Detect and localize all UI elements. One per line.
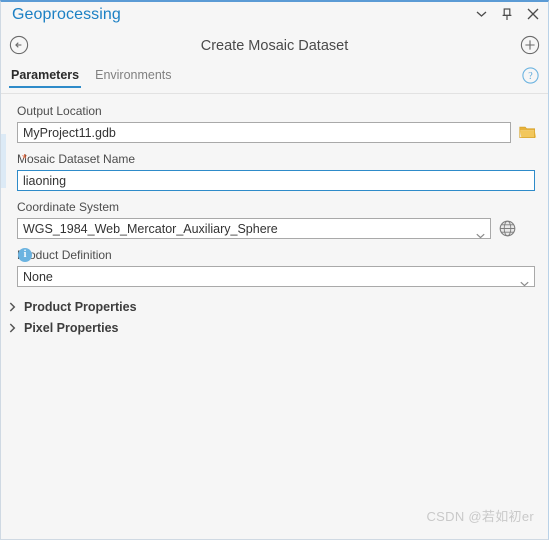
mosaic-dataset-name-input[interactable] — [17, 170, 535, 191]
tab-parameters-label: Parameters — [11, 68, 80, 82]
field-coordinate-system: Coordinate System — [1, 199, 548, 239]
info-icon[interactable]: i — [18, 248, 32, 262]
product-definition-label: i Product Definition — [17, 247, 548, 263]
tool-header: Create Mosaic Dataset — [1, 31, 548, 66]
field-output-location: Output Location — [1, 103, 548, 143]
chevron-right-icon — [9, 322, 17, 333]
mosaic-dataset-name-row — [17, 170, 548, 191]
tab-environments-label: Environments — [95, 68, 172, 82]
svg-text:?: ? — [528, 71, 533, 82]
product-definition-select-wrap — [17, 266, 535, 287]
tool-title: Create Mosaic Dataset — [200, 38, 349, 54]
add-circle-icon[interactable] — [520, 35, 540, 55]
globe-icon[interactable] — [498, 219, 517, 238]
chevron-right-icon — [9, 301, 17, 312]
output-location-input[interactable] — [17, 122, 511, 143]
field-mosaic-dataset-name: * Mosaic Dataset Name — [1, 151, 548, 191]
collapsible-sections: Product Properties Pixel Properties — [1, 296, 548, 338]
product-properties-label: Product Properties — [24, 299, 137, 314]
panel-titlebar: Geoprocessing — [1, 2, 548, 31]
mosaic-dataset-name-label: * Mosaic Dataset Name — [17, 151, 548, 167]
section-pixel-properties[interactable]: Pixel Properties — [9, 317, 548, 338]
window-controls — [474, 7, 540, 21]
tab-list: Parameters Environments — [9, 66, 174, 88]
section-product-properties[interactable]: Product Properties — [9, 296, 548, 317]
coordinate-system-select-wrap — [17, 218, 491, 239]
mosaic-dataset-name-label-text: Mosaic Dataset Name — [17, 152, 136, 166]
coordinate-system-label: Coordinate System — [17, 200, 120, 214]
pin-icon[interactable] — [500, 7, 514, 21]
geoprocessing-panel: Geoprocessing Create Mosaic Dataset Para… — [0, 0, 549, 540]
close-icon[interactable] — [526, 7, 540, 21]
field-product-definition: i Product Definition — [1, 247, 548, 287]
product-definition-row — [17, 266, 548, 287]
coordinate-system-row — [17, 218, 548, 239]
chevron-down-icon[interactable] — [474, 7, 488, 21]
folder-icon[interactable] — [518, 123, 537, 142]
product-definition-input[interactable] — [17, 266, 535, 287]
tab-environments[interactable]: Environments — [93, 66, 173, 88]
tabs-row: Parameters Environments ? — [1, 66, 548, 94]
watermark: CSDN @若如初er — [426, 509, 534, 524]
help-icon[interactable]: ? — [522, 67, 539, 84]
output-location-label: Output Location — [17, 104, 102, 118]
parameters-form: Output Location * Mosaic Dataset Name — [1, 94, 548, 338]
pixel-properties-label: Pixel Properties — [24, 320, 119, 335]
coordinate-system-input[interactable] — [17, 218, 491, 239]
output-location-row — [17, 122, 548, 143]
tab-parameters[interactable]: Parameters — [9, 66, 82, 88]
panel-title: Geoprocessing — [12, 6, 121, 23]
required-asterisk-icon: * — [22, 151, 28, 166]
